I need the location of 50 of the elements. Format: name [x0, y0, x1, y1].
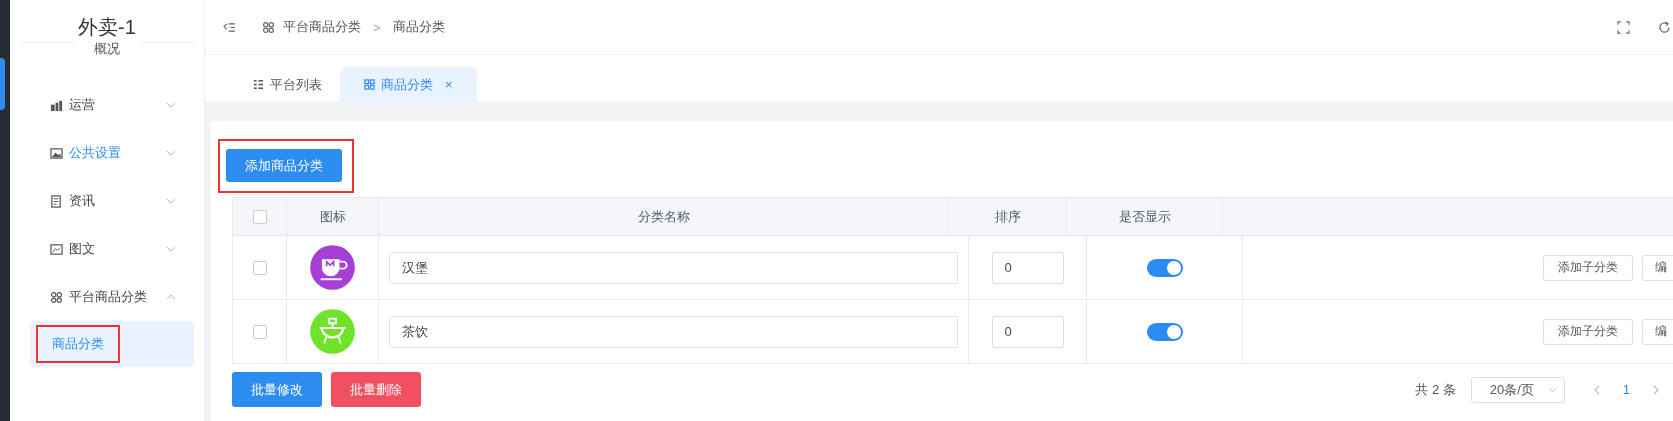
previous-page-icon[interactable]	[1593, 384, 1600, 395]
row-checkbox[interactable]	[252, 324, 267, 339]
grid-icon	[364, 79, 375, 90]
select-all-checkbox[interactable]	[252, 209, 267, 224]
add-subcategory-button[interactable]: 添加子分类	[1543, 254, 1633, 281]
next-page-icon[interactable]	[1653, 384, 1659, 395]
category-name-input[interactable]: 汉堡	[389, 251, 958, 284]
display-toggle[interactable]	[1146, 258, 1183, 277]
collapse-menu-icon[interactable]	[223, 21, 236, 33]
breadcrumb-item[interactable]: 平台商品分类	[283, 18, 361, 36]
edit-button[interactable]: 编	[1642, 254, 1673, 281]
column-header: 图标	[287, 198, 379, 235]
column-header: 是否显示	[1067, 198, 1223, 235]
bar-chart-icon	[50, 98, 63, 112]
chevron-icon	[166, 294, 176, 300]
refresh-icon[interactable]	[1658, 20, 1671, 34]
column-header: 分类名称	[379, 198, 949, 235]
menu-item[interactable]: 平台商品分类	[10, 273, 204, 321]
display-toggle[interactable]	[1146, 322, 1183, 341]
active-indicator	[0, 58, 5, 110]
category-name-input[interactable]: 茶饮	[389, 315, 958, 348]
chevron-down-icon	[1547, 386, 1557, 393]
sort-input[interactable]: 0	[991, 251, 1064, 284]
add-subcategory-button[interactable]: 添加子分类	[1543, 318, 1633, 345]
menu-item[interactable]: 公共设置	[10, 129, 204, 177]
four-circles-icon	[262, 20, 275, 34]
picture-icon	[50, 242, 63, 256]
sort-input[interactable]: 0	[991, 315, 1064, 348]
image-icon	[50, 146, 63, 160]
total-count: 共 2 条	[1415, 380, 1456, 399]
breadcrumb-item[interactable]: 商品分类	[392, 18, 445, 36]
chevron-icon	[166, 150, 176, 156]
menu-item[interactable]: 资讯	[10, 177, 204, 225]
row-checkbox[interactable]	[252, 260, 267, 275]
chevron-icon	[166, 198, 176, 204]
page-size-select[interactable]: 20条/页	[1470, 376, 1565, 403]
chevron-icon	[166, 102, 176, 108]
tab[interactable]: 平台列表	[235, 67, 340, 102]
list-icon	[253, 79, 264, 90]
sidebar-title: 外卖-1	[78, 15, 136, 40]
edit-button[interactable]: 编	[1642, 318, 1673, 345]
fullscreen-icon[interactable]	[1617, 20, 1630, 34]
column-header: 排序	[949, 198, 1067, 235]
chevron-icon	[166, 246, 176, 252]
four-circles-icon	[50, 290, 63, 304]
menu-item[interactable]: 图文	[10, 225, 204, 273]
breadcrumb-separator: >	[373, 19, 381, 35]
menu-item[interactable]: 运营	[10, 81, 204, 129]
document-icon	[50, 194, 63, 208]
overview-link[interactable]: 概况	[74, 41, 140, 57]
